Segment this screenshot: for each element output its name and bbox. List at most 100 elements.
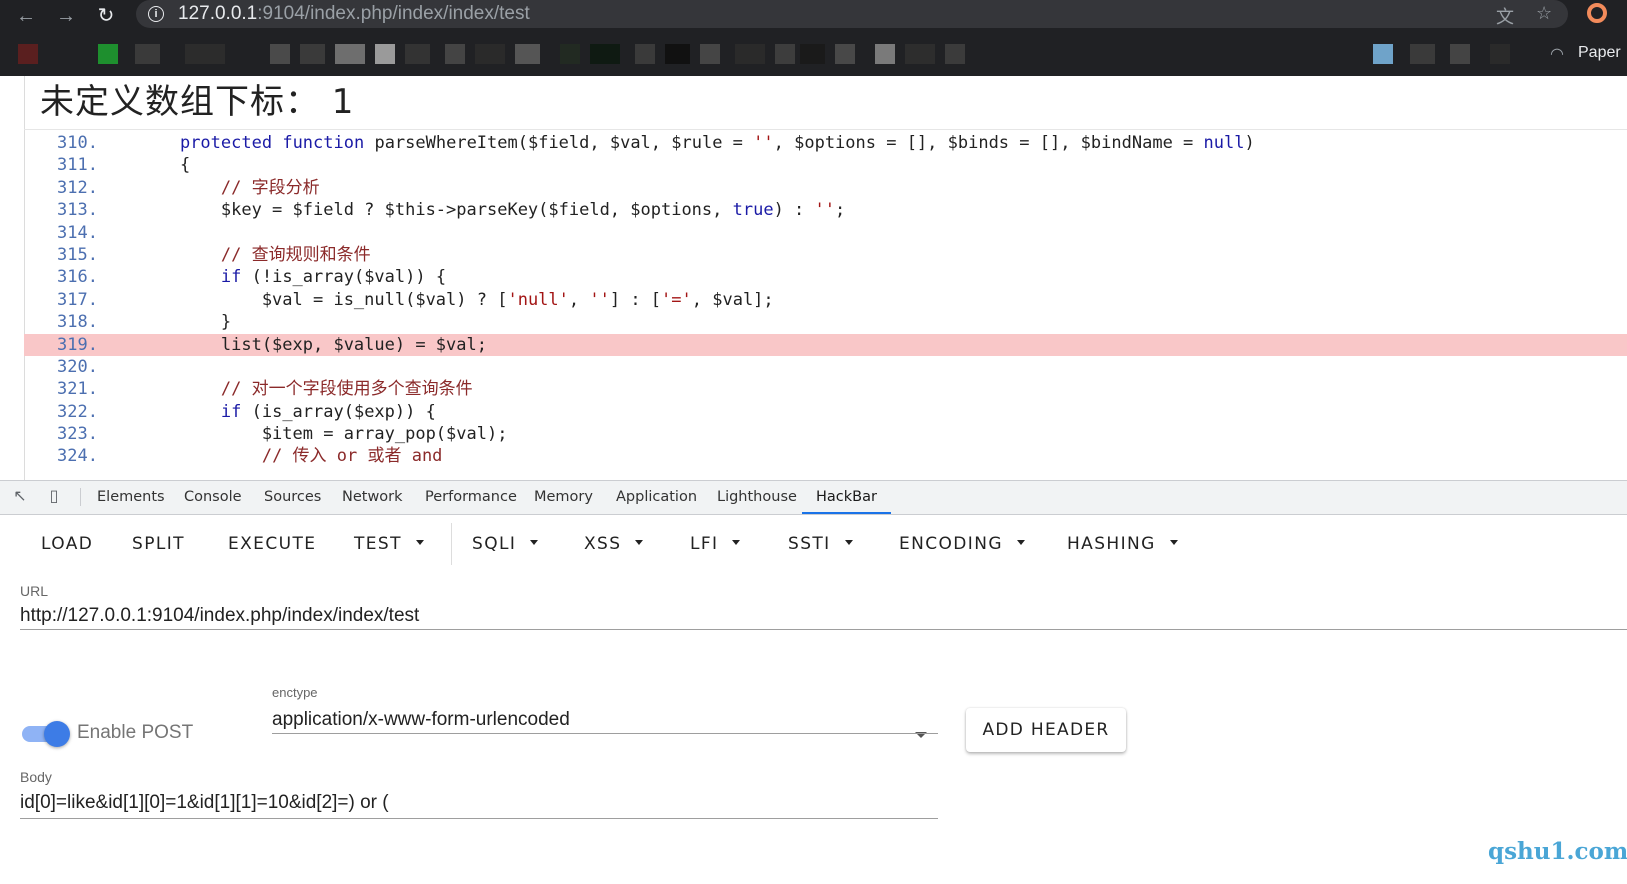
bookmark-paper[interactable]: Paper [1578,44,1621,62]
bookmark-item[interactable] [300,44,325,64]
code-line: 317. $val = is_null($val) ? ['null', '']… [24,289,1627,311]
code-text: if (!is_array($val)) { [139,266,446,288]
bookmark-item[interactable] [1450,44,1470,64]
enctype-underline [272,733,938,734]
bookmark-item[interactable] [515,44,540,64]
code-token: $key = $field ? $this->parseKey($field, … [139,200,733,221]
bookmark-item[interactable] [905,44,935,64]
back-icon[interactable]: ← [12,2,40,30]
line-number: 324. [57,446,98,467]
bookmark-item[interactable] [665,44,690,64]
bookmark-item[interactable] [98,44,118,64]
tab-memory[interactable]: Memory [534,481,593,514]
watermark: qshu1.com [1488,838,1627,865]
code-token: } [139,312,232,333]
bookmark-item[interactable] [375,44,395,64]
sqli-label: SQLI [472,534,517,554]
tab-hackbar[interactable]: HackBar [802,481,891,514]
tab-elements[interactable]: Elements [97,481,165,514]
tab-lighthouse[interactable]: Lighthouse [717,481,797,514]
enctype-select[interactable]: application/x-www-form-urlencoded [272,709,570,731]
translate-icon[interactable]: 文 [1496,3,1514,29]
test-dropdown[interactable]: TEST [354,529,424,559]
encoding-dropdown[interactable]: ENCODING [899,529,1025,559]
device-toolbar-icon[interactable]: ▯ [44,487,64,507]
line-number: 311. [57,155,98,176]
bookmarks-bar: ◠ Paper [0,38,1627,70]
xss-dropdown[interactable]: XSS [584,529,644,559]
ssti-label: SSTI [788,534,831,554]
bookmark-item[interactable] [590,44,620,64]
bookmark-item[interactable] [270,44,290,64]
inspect-element-icon[interactable]: ↖ [10,487,30,507]
code-token: { [139,155,191,176]
code-token: protected [179,133,273,153]
bookmark-item[interactable] [185,44,225,64]
bookmark-item[interactable] [735,44,765,64]
bookmark-item[interactable] [1373,44,1393,64]
split-button[interactable]: SPLIT [132,529,185,559]
line-number: 312. [57,177,98,198]
bookmark-star-icon[interactable]: ☆ [1536,3,1552,24]
bookmark-item[interactable] [445,44,465,64]
code-token: , [568,289,590,310]
bookmark-item[interactable] [1410,44,1435,64]
code-token: parseWhereItem($field, $val, $rule = [364,133,754,153]
bookmark-item[interactable] [135,44,160,64]
bookmark-item[interactable] [1490,44,1510,64]
tab-sources[interactable]: Sources [264,481,321,514]
code-token: // 查询规则和条件 [220,244,371,265]
bookmark-item[interactable] [700,44,720,64]
add-header-button[interactable]: ADD HEADER [966,708,1126,752]
tab-console[interactable]: Console [184,481,242,514]
bookmark-item[interactable] [945,44,965,64]
bookmark-item[interactable] [475,44,505,64]
site-info-icon[interactable]: i [148,6,164,22]
code-line: 320. [24,356,1627,378]
line-number: 313. [57,200,98,221]
code-token: '' [814,200,836,221]
code-text: // 字段分析 [139,177,320,199]
encoding-label: ENCODING [899,534,1003,554]
enable-post-toggle[interactable] [44,721,70,747]
code-token: // 字段分析 [220,177,320,198]
load-button[interactable]: LOAD [41,529,93,559]
code-token: , $options = [], $binds = [], $bindName … [773,133,1204,153]
code-token: function [282,133,365,153]
bookmark-item[interactable] [18,44,38,64]
code-token: ) : [773,200,815,221]
devtools-tab-bar: ↖ ▯ Elements Console Sources Network Perform… [0,481,1627,515]
bookmark-item[interactable] [635,44,655,64]
code-line: 316. if (!is_array($val)) { [24,266,1627,288]
reload-icon[interactable]: ↻ [92,2,120,30]
tab-application[interactable]: Application [616,481,697,514]
code-line: 311. { [24,154,1627,176]
bookmark-item[interactable] [775,44,795,64]
body-input[interactable]: id[0]=like&id[1][0]=1&id[1][1]=10&id[2]=… [20,792,389,814]
address-bar-url[interactable]: 127.0.0.1:9104/index.php/index/index/tes… [178,3,530,25]
bookmark-item[interactable] [335,44,365,64]
execute-button[interactable]: EXECUTE [228,529,316,559]
code-text: $key = $field ? $this->parseKey($field, … [139,199,845,221]
url-input[interactable]: http://127.0.0.1:9104/index.php/index/in… [20,605,419,627]
lfi-dropdown[interactable]: LFI [690,529,741,559]
bookmark-item[interactable] [800,44,825,64]
tab-performance[interactable]: Performance [425,481,517,514]
sqli-dropdown[interactable]: SQLI [472,529,539,559]
browser-toolbar: ← → ↻ i 127.0.0.1:9104/index.php/index/i… [0,0,1627,76]
hashing-dropdown[interactable]: HASHING [1067,529,1178,559]
bookmark-item[interactable] [835,44,855,64]
address-bar[interactable]: i 127.0.0.1:9104/index.php/index/index/t… [136,0,1568,28]
bookmark-item[interactable] [405,44,430,64]
forward-icon[interactable]: → [52,2,80,30]
profile-icon[interactable] [1587,3,1607,23]
code-text: // 传入 or 或者 and [139,445,443,467]
bookmark-item[interactable] [875,44,895,64]
ssti-dropdown[interactable]: SSTI [788,529,853,559]
tab-network[interactable]: Network [342,481,403,514]
code-token: (is_array($exp)) { [241,401,436,422]
code-line: 322. if (is_array($exp)) { [24,401,1627,423]
error-title: 未定义数组下标： 1 [40,82,355,122]
bookmark-item[interactable] [560,44,580,64]
